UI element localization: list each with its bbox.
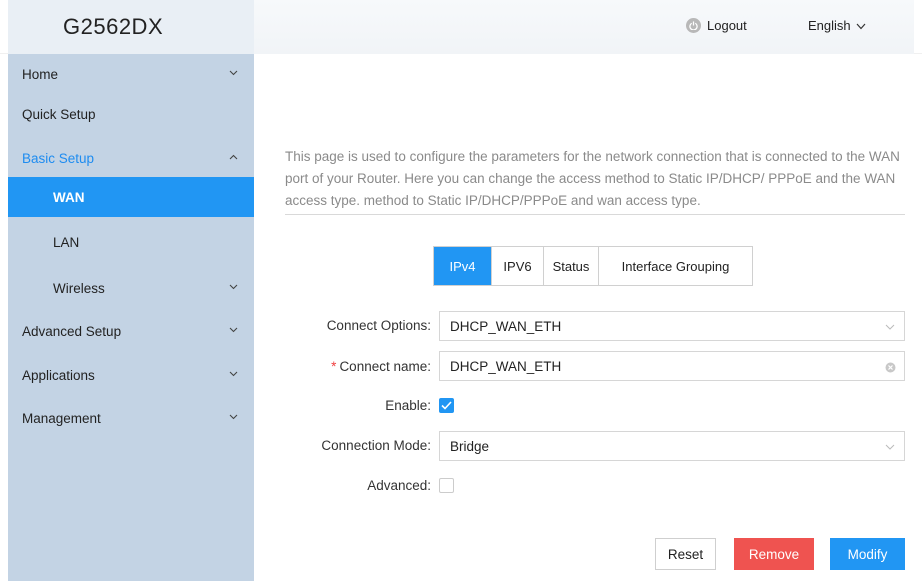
chevron-down-icon <box>228 325 238 335</box>
sidebar-item-lan[interactable]: LAN <box>8 222 254 262</box>
sidebar-item-label: Applications <box>22 367 95 383</box>
chevron-down-icon <box>228 68 238 78</box>
connect-options-value: DHCP_WAN_ETH <box>450 318 562 334</box>
logo: G2562DX <box>63 14 164 39</box>
connect-options-select[interactable]: DHCP_WAN_ETH <box>439 311 905 341</box>
sidebar-item-label: Home <box>22 66 59 82</box>
connection-mode-value: Bridge <box>450 438 490 454</box>
sidebar-item-label: LAN <box>53 234 80 250</box>
advanced-label: Advanced: <box>367 478 431 493</box>
header: G2562DX Logout English <box>0 0 922 54</box>
logo-area: G2562DX <box>8 0 254 54</box>
tab-interface-grouping[interactable]: Interface Grouping <box>598 247 752 285</box>
logout-icon <box>686 18 701 33</box>
tab-ipv4[interactable]: IPv4 <box>434 247 491 285</box>
logout-button[interactable]: Logout <box>686 18 747 33</box>
sidebar-item-label: WAN <box>53 189 85 205</box>
tab-ipv6[interactable]: IPV6 <box>491 247 543 285</box>
connect-name-label: * Connect name: <box>331 359 431 374</box>
chevron-down-icon <box>856 18 866 33</box>
language-select[interactable]: English <box>808 18 866 33</box>
sidebar-item-applications[interactable]: Applications <box>8 355 254 395</box>
language-label: English <box>808 18 851 33</box>
page-description: This page is used to configure the param… <box>285 149 900 208</box>
chevron-down-icon <box>228 412 238 422</box>
reset-button[interactable]: Reset <box>655 538 716 570</box>
tab-status[interactable]: Status <box>543 247 598 285</box>
sidebar-item-basic-setup[interactable]: Basic Setup <box>8 138 254 178</box>
sidebar-item-quick-setup[interactable]: Quick Setup <box>8 94 254 134</box>
modify-button[interactable]: Modify <box>830 538 905 570</box>
enable-label: Enable: <box>385 398 431 413</box>
connection-mode-select[interactable]: Bridge <box>439 431 905 461</box>
sidebar-item-label: Basic Setup <box>22 150 95 166</box>
chevron-up-icon <box>228 152 238 162</box>
connect-options-label: Connect Options: <box>326 318 431 333</box>
divider <box>285 214 905 215</box>
logout-label: Logout <box>707 18 747 33</box>
tab-bar: IPv4 IPV6 Status Interface Grouping <box>433 246 753 286</box>
sidebar-item-wireless[interactable]: Wireless <box>8 268 254 308</box>
chevron-down-icon <box>228 369 238 379</box>
sidebar-item-label: Management <box>22 410 101 426</box>
connection-mode-label: Connection Mode: <box>321 438 431 453</box>
required-mark: * <box>331 359 337 374</box>
sidebar-item-advanced-setup[interactable]: Advanced Setup <box>8 311 254 351</box>
chevron-down-icon <box>884 441 896 453</box>
connect-name-label-text: Connect name: <box>339 359 431 374</box>
chevron-down-icon <box>228 282 238 292</box>
sidebar-item-wan[interactable]: WAN <box>8 177 254 217</box>
clear-icon[interactable] <box>884 361 896 373</box>
connect-name-value: DHCP_WAN_ETH <box>450 358 562 374</box>
advanced-checkbox[interactable] <box>439 478 454 493</box>
enable-checkbox[interactable] <box>439 398 454 413</box>
remove-button[interactable]: Remove <box>734 538 814 570</box>
sidebar: Home Quick Setup Basic Setup WAN LAN Wir… <box>8 54 254 581</box>
chevron-down-icon <box>884 321 896 333</box>
sidebar-item-management[interactable]: Management <box>8 398 254 438</box>
sidebar-item-label: Wireless <box>53 280 105 296</box>
sidebar-item-home[interactable]: Home <box>8 54 254 94</box>
sidebar-item-label: Quick Setup <box>22 106 96 122</box>
connect-name-input[interactable]: DHCP_WAN_ETH <box>439 351 905 381</box>
sidebar-item-label: Advanced Setup <box>22 323 122 339</box>
check-icon <box>441 401 452 410</box>
